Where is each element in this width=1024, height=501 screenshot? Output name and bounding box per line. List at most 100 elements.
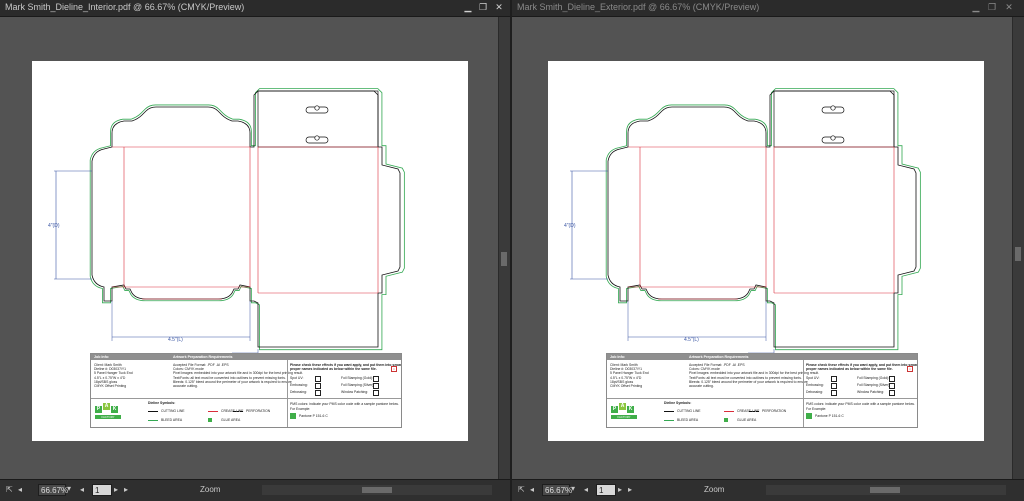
- restore-icon[interactable]: ❐: [477, 2, 489, 13]
- symbol-label: BLEED AREA: [161, 418, 183, 422]
- document-window-exterior[interactable]: Mark Smith_Dieline_Exterior.pdf @ 66.67%…: [512, 0, 1024, 501]
- vertical-scrollbar[interactable]: [498, 17, 510, 479]
- vertical-scroll-thumb[interactable]: [1015, 247, 1021, 261]
- effect-label: Foil Stamping (Gold):: [341, 376, 374, 380]
- artwork-line: accurate cutting.: [689, 384, 714, 388]
- panel-divider: [803, 360, 804, 427]
- pantone-label: Pantone P 151-6 C: [299, 414, 328, 418]
- horizontal-scrollbar[interactable]: [766, 485, 1006, 495]
- nav-first-icon[interactable]: ⇱: [518, 485, 525, 494]
- symbol-line-icon: [749, 410, 759, 412]
- pantone-swatch: [806, 413, 812, 419]
- status-zoom-label: Zoom: [704, 485, 725, 494]
- symbol-line-icon: [208, 410, 218, 412]
- job-info-panel: Job Info: Artwork Preparation Requirement…: [90, 353, 402, 428]
- nav-first-icon[interactable]: ⇱: [6, 485, 13, 494]
- vertical-scroll-thumb[interactable]: [501, 252, 507, 266]
- page-last-icon[interactable]: ▸: [628, 485, 632, 494]
- document-canvas[interactable]: 4"(D)4.5"(L)0.75"(W) Job Info:Artwork Pr…: [512, 17, 1012, 479]
- panel-close-icon: ×: [391, 366, 397, 372]
- effect-checkbox: [315, 376, 321, 382]
- job-info-panel: Job Info: Artwork Preparation Requirement…: [606, 353, 918, 428]
- glue-area-icon: [724, 417, 728, 422]
- pak-factory-logo: P A K FACTORY: [611, 402, 641, 422]
- logo-letter: A: [619, 403, 626, 410]
- symbol-line-icon: [148, 410, 158, 412]
- page-number-field[interactable]: 1: [92, 484, 112, 496]
- panel-header: Job Info: Artwork Preparation Requirement…: [91, 354, 401, 360]
- nav-prev-icon[interactable]: ◂: [530, 485, 534, 494]
- symbol-label: PERFORATION: [762, 409, 787, 413]
- hanger-hole-top: [314, 105, 320, 111]
- minimize-icon[interactable]: ▁: [462, 2, 474, 13]
- page-number-field[interactable]: 1: [596, 484, 616, 496]
- artwork-header: Artwork Preparation Requirements: [689, 355, 749, 359]
- for-example-label: For Example:: [806, 407, 827, 411]
- symbol-label: GLUE AREA: [737, 418, 757, 422]
- title-bar[interactable]: Mark Smith_Dieline_Interior.pdf @ 66.67%…: [0, 0, 510, 17]
- page-next-icon[interactable]: ▸: [114, 485, 118, 494]
- status-bar: ⇱ ◂ 66.67% ▾ ◂ 1 ▸ ▸ Zoom: [0, 479, 510, 501]
- job-info-header: Job Info:: [94, 355, 110, 359]
- symbol-label: BLEED AREA: [677, 418, 699, 422]
- horizontal-scroll-thumb[interactable]: [870, 487, 900, 493]
- pak-factory-logo: P A K FACTORY: [95, 402, 125, 422]
- symbol-label: CUTTING LINE: [677, 409, 701, 413]
- effect-label: Debossing:: [806, 390, 823, 394]
- panel-divider: [91, 398, 401, 399]
- horizontal-scrollbar[interactable]: [262, 485, 492, 495]
- page-first-icon[interactable]: ◂: [80, 485, 84, 494]
- status-zoom-label: Zoom: [200, 485, 221, 494]
- nav-prev-icon[interactable]: ◂: [18, 485, 22, 494]
- hanger-hole-top: [314, 135, 320, 141]
- status-bar: ⇱ ◂ 66.67% ▾ ◂ 1 ▸ ▸ Zoom: [512, 479, 1024, 501]
- document-title: Mark Smith_Dieline_Interior.pdf @ 66.67%…: [5, 2, 245, 12]
- zoom-level-field[interactable]: 66.67%: [38, 484, 68, 496]
- symbol-line-icon: [724, 410, 734, 412]
- effect-checkbox: [315, 390, 321, 396]
- zoom-dropdown-icon[interactable]: ▾: [67, 484, 71, 493]
- symbol-label: CUTTING LINE: [161, 409, 185, 413]
- effect-checkbox: [831, 376, 837, 382]
- title-bar[interactable]: Mark Smith_Dieline_Exterior.pdf @ 66.67%…: [512, 0, 1024, 17]
- zoom-level-field[interactable]: 66.67%: [542, 484, 572, 496]
- logo-subtitle: FACTORY: [611, 415, 637, 419]
- effect-checkbox: [373, 376, 379, 382]
- logo-subtitle: FACTORY: [95, 415, 121, 419]
- hanger-hole-top: [830, 135, 836, 141]
- effect-label: Spot UV:: [806, 376, 820, 380]
- page-first-icon[interactable]: ◂: [584, 485, 588, 494]
- logo-letter: K: [111, 406, 118, 413]
- horizontal-scroll-thumb[interactable]: [362, 487, 392, 493]
- logo-letter: P: [95, 406, 102, 413]
- page-next-icon[interactable]: ▸: [618, 485, 622, 494]
- vertical-scrollbar[interactable]: [1012, 17, 1024, 479]
- zoom-dropdown-icon[interactable]: ▾: [571, 484, 575, 493]
- effect-label: Embossing:: [290, 383, 308, 387]
- symbol-label: PERFORATION: [246, 409, 271, 413]
- hanger-hole-top: [830, 105, 836, 111]
- pantone-label: Pantone P 151-6 C: [815, 414, 844, 418]
- effect-checkbox: [831, 390, 837, 396]
- dimension-label-length: 4.5"(L): [168, 337, 183, 343]
- for-example-label: For Example:: [290, 407, 311, 411]
- close-icon[interactable]: ✕: [493, 2, 505, 13]
- effect-label: Foil Stamping (Silver):: [341, 383, 375, 387]
- page-last-icon[interactable]: ▸: [124, 485, 128, 494]
- artboard-page: 4"(D)4.5"(L)0.75"(W) Job Info:Artwork Pr…: [548, 61, 984, 441]
- dimension-label-height: 4"(D): [564, 223, 576, 229]
- panel-close-icon: ×: [907, 366, 913, 372]
- job-info-line: CMYK Offset Printing: [94, 384, 127, 388]
- minimize-icon[interactable]: ▁: [970, 2, 982, 13]
- panel-header: Job Info: Artwork Preparation Requirement…: [607, 354, 917, 360]
- effect-checkbox: [373, 383, 379, 389]
- panel-divider: [287, 360, 288, 427]
- job-info-line: CMYK Offset Printing: [610, 384, 643, 388]
- effect-label: Debossing:: [290, 390, 307, 394]
- cutting-outline: [91, 90, 401, 348]
- document-window-interior[interactable]: Mark Smith_Dieline_Interior.pdf @ 66.67%…: [0, 0, 510, 501]
- symbol-line-icon: [664, 410, 674, 412]
- restore-icon[interactable]: ❐: [986, 2, 998, 13]
- document-canvas[interactable]: 4"(D)4.5"(L)0.75"(W) Job Info:Artwork Pr…: [0, 17, 498, 479]
- close-icon[interactable]: ✕: [1003, 2, 1015, 13]
